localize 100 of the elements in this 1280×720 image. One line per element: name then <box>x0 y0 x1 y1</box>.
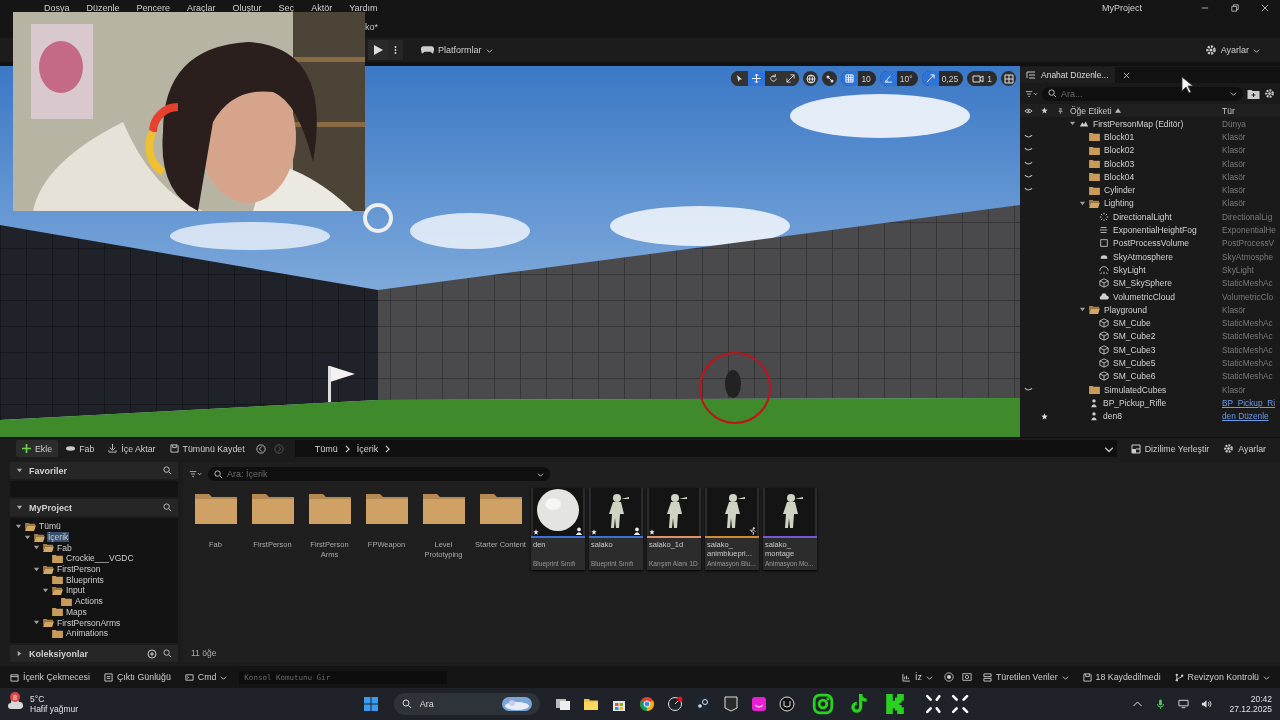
outliner-item[interactable]: BP_Pickup_Rifle <box>1103 397 1167 408</box>
star-icon[interactable] <box>591 529 597 535</box>
search-icon[interactable] <box>163 649 172 658</box>
terminal-icon[interactable] <box>184 672 194 682</box>
speaker-icon[interactable] <box>1201 699 1213 709</box>
outliner-item[interactable]: SkyAtmosphere <box>1113 251 1173 262</box>
star-icon[interactable] <box>1040 412 1048 420</box>
caret-icon[interactable] <box>1079 199 1086 207</box>
shield-icon[interactable] <box>722 696 739 712</box>
folder-tree-item[interactable]: Fab <box>56 542 73 553</box>
outliner-item[interactable]: PostProcessVolume <box>1113 238 1190 249</box>
database-icon[interactable] <box>982 672 992 682</box>
folder-tree-item[interactable]: Blueprints <box>65 574 105 585</box>
smiley-icon[interactable] <box>750 696 767 712</box>
folder-icon[interactable] <box>194 492 237 524</box>
save-icon[interactable] <box>169 444 179 453</box>
play-button[interactable] <box>368 40 388 60</box>
closed-eye-icon[interactable] <box>1023 173 1033 180</box>
status-button[interactable]: İçerik Çekmecesi <box>4 668 96 686</box>
settings-button[interactable]: Ayarlar <box>1217 440 1272 457</box>
source-control-button[interactable]: Revizyon Kontrolü <box>1168 668 1276 686</box>
closed-eye-icon[interactable] <box>1023 187 1033 194</box>
import-icon[interactable] <box>108 444 118 453</box>
folder-icon[interactable] <box>422 492 465 524</box>
outliner-item[interactable]: Cylinder <box>1104 185 1136 196</box>
angle-icon[interactable] <box>883 74 893 83</box>
derived-data-button[interactable]: Türetilen Veriler <box>976 668 1075 686</box>
folder-tree-item[interactable]: FirstPerson <box>56 564 102 575</box>
filter-icon[interactable] <box>189 469 202 479</box>
layout-icon[interactable] <box>1130 443 1141 454</box>
filter-icon[interactable] <box>1025 88 1038 99</box>
outliner-item[interactable]: SkyLight <box>1113 264 1146 275</box>
chevron-icon[interactable] <box>344 444 350 453</box>
engine-icon[interactable] <box>778 696 795 712</box>
search-icon[interactable] <box>214 469 223 479</box>
toolbar-button[interactable]: İçe Aktar <box>102 440 162 457</box>
log-icon[interactable] <box>104 672 113 682</box>
document-tab[interactable]: ko* <box>365 22 378 32</box>
folder-icon[interactable] <box>251 492 294 524</box>
outliner-item[interactable]: SM_Cube3 <box>1113 344 1156 355</box>
trace-button[interactable]: İz <box>896 668 939 686</box>
disc-icon[interactable] <box>66 444 76 453</box>
diagonal-arrow-icon[interactable] <box>925 74 935 83</box>
chart-icon[interactable] <box>902 672 912 682</box>
caret-icon[interactable] <box>1230 90 1237 97</box>
search-input[interactable]: Ara: İçerik <box>227 469 533 479</box>
branch-icon[interactable] <box>1174 672 1184 682</box>
search-icon[interactable] <box>163 503 172 512</box>
browser-icon[interactable] <box>638 696 655 712</box>
list-icon[interactable] <box>1026 70 1036 80</box>
closed-eye-icon[interactable] <box>1023 147 1033 154</box>
caret-icon[interactable] <box>15 522 22 530</box>
closed-eye-icon[interactable] <box>1023 133 1033 140</box>
outliner-item[interactable]: Block01 <box>1104 131 1135 142</box>
search-icon[interactable] <box>401 699 412 709</box>
folder-tree-item[interactable]: Actions <box>74 596 104 607</box>
breadcrumb-link[interactable]: İçerik <box>356 443 379 454</box>
folder-tree-item[interactable]: Animations <box>65 628 110 639</box>
chevron-icon[interactable] <box>385 444 391 453</box>
toolbar-button[interactable]: Fab <box>60 440 101 457</box>
plus-icon[interactable] <box>22 444 31 453</box>
monitor-icon[interactable] <box>1178 699 1190 709</box>
folder-tree-item[interactable]: İçerik <box>47 532 70 543</box>
settings-icon[interactable] <box>1223 443 1235 454</box>
settings-icon[interactable] <box>1264 88 1275 99</box>
outliner-tab[interactable]: Anahat Düzenle... <box>1020 67 1115 83</box>
search-field[interactable]: Ara: İçerik <box>208 467 550 481</box>
outliner-item[interactable]: SimulatedCubes <box>1104 384 1167 395</box>
star-icon[interactable] <box>649 529 655 535</box>
caret-icon[interactable] <box>1069 120 1076 128</box>
section-header[interactable]: Favoriler <box>10 462 178 479</box>
outliner-item[interactable]: Block03 <box>1104 158 1135 169</box>
scale-tool-button[interactable] <box>782 71 800 86</box>
column-header[interactable]: Tür <box>1222 105 1235 116</box>
drawer-icon[interactable] <box>10 672 19 682</box>
toolbar-button[interactable]: Tümünü Kaydet <box>163 440 251 457</box>
status-button[interactable]: Çıktı Günlüğü <box>98 668 177 686</box>
outliner-item[interactable]: SM_SkySphere <box>1113 278 1173 289</box>
caret-icon[interactable] <box>16 467 23 474</box>
save-icon[interactable] <box>1082 672 1092 682</box>
chevron-up-icon[interactable] <box>1132 699 1144 709</box>
back-icon[interactable] <box>255 443 266 454</box>
close-icon[interactable] <box>1261 4 1269 12</box>
caret-icon[interactable] <box>485 46 493 54</box>
camera-icon[interactable] <box>811 693 834 715</box>
gauge-icon[interactable] <box>666 696 683 712</box>
caret-icon[interactable] <box>33 544 40 552</box>
star-icon[interactable] <box>1040 107 1048 114</box>
breadcrumb-link[interactable]: Tümü <box>314 443 338 454</box>
sort-icon[interactable] <box>1114 108 1121 113</box>
grid-snap-toggle[interactable] <box>841 71 859 86</box>
steam-icon[interactable] <box>694 696 711 712</box>
caret-icon[interactable] <box>1079 306 1086 314</box>
search-placeholder[interactable]: Ara <box>419 699 434 709</box>
outliner-item[interactable]: Playground <box>1104 304 1147 315</box>
section-title[interactable]: Favoriler <box>29 465 157 476</box>
platforms-button[interactable]: Platformlar <box>415 40 499 60</box>
screenshot-icon[interactable] <box>961 672 972 682</box>
section-title[interactable]: Koleksiyonlar <box>29 648 141 659</box>
folder-tree-item[interactable]: FirstPersonArms <box>56 617 122 628</box>
